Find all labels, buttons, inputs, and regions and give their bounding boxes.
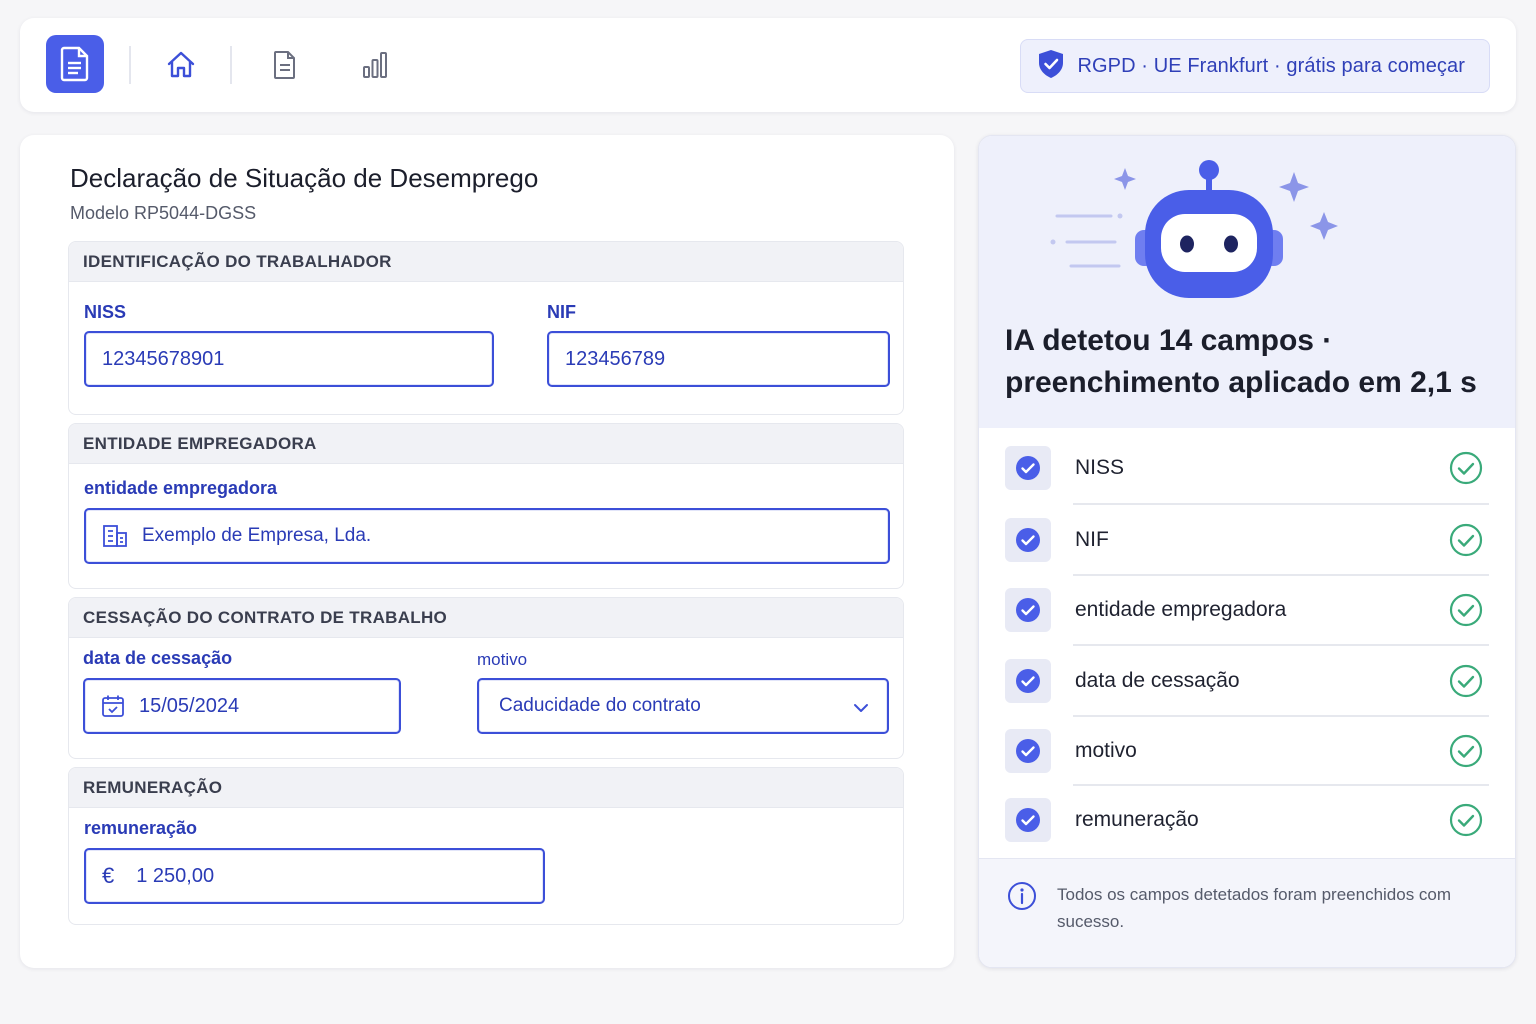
ai-field-label: NISS [1075,456,1125,479]
ai-field-label: motivo [1075,739,1137,762]
chevron-down-icon [853,698,869,720]
employer-label: entidade empregadora [84,478,278,498]
section-remuneration: REMUNERAÇÃO remuneração € 1 250,00 [68,767,904,925]
nif-field[interactable]: 123456789 [547,331,890,387]
check-circle-icon [1449,803,1483,842]
home-icon[interactable] [164,48,198,82]
reason-select[interactable]: Caducidade do contrato [477,678,889,734]
section-heading: ENTIDADE EMPREGADORA [69,424,903,464]
nav-divider [230,46,232,84]
rgpd-text: RGPD · UE Frankfurt · grátis para começa… [1077,54,1465,77]
ai-header: IA detetou 14 campos · preenchimento apl… [979,136,1515,428]
form-subtitle: Modelo RP5044-DGSS [70,203,257,223]
check-circle-icon [1449,523,1483,562]
form-card: Declaração de Situação de Desemprego Mod… [20,135,954,968]
ai-field-row: NIF [1005,505,1491,575]
ai-field-row: NISS [1005,433,1491,503]
shield-check-icon [1037,49,1065,84]
info-icon [1007,881,1037,916]
ai-field-row: remuneração [1005,785,1491,855]
check-badge-icon [1005,518,1051,562]
niss-field[interactable]: 12345678901 [84,331,494,387]
nav-divider [129,46,131,84]
niss-value: 12345678901 [102,347,225,370]
employer-value: Exemplo de Empresa, Lda. [142,525,372,546]
ai-footer-text: Todos os campos detetados foram preenchi… [1057,885,1452,931]
section-termination: CESSAÇÃO DO CONTRATO DE TRABALHO data de… [68,597,904,759]
ai-field-row: data de cessação [1005,646,1491,716]
ai-headline: IA detetou 14 campos · preenchimento apl… [1005,324,1477,399]
check-circle-icon [1449,734,1483,773]
building-icon [102,524,128,548]
ai-field-label: NIF [1075,528,1109,551]
check-badge-icon [1005,446,1051,490]
reason-label: motivo [477,650,528,669]
section-employer: ENTIDADE EMPREGADORA entidade empregador… [68,423,904,589]
ai-panel: IA detetou 14 campos · preenchimento apl… [978,135,1516,968]
section-heading: REMUNERAÇÃO [69,768,903,808]
remuneration-label: remuneração [84,818,198,838]
form-title: Declaração de Situação de Desemprego [70,163,539,193]
check-circle-icon [1449,451,1483,490]
section-heading: IDENTIFICAÇÃO DO TRABALHADOR [69,242,903,282]
file-icon[interactable] [268,48,302,82]
ai-field-label: data de cessação [1075,669,1240,692]
cessation-date-value: 15/05/2024 [139,694,240,717]
top-navigation-bar: RGPD · UE Frankfurt · grátis para começa… [20,18,1516,112]
ai-field-label: entidade empregadora [1075,598,1287,621]
nif-value: 123456789 [565,347,666,370]
ai-field-row: entidade empregadora [1005,575,1491,645]
remuneration-field[interactable]: € 1 250,00 [84,848,545,904]
cessation-date-label: data de cessação [83,648,233,668]
robot-illustration [1050,160,1338,298]
employer-field[interactable]: Exemplo de Empresa, Lda. [84,508,890,564]
ai-footer: Todos os campos detetados foram preenchi… [979,858,1515,967]
document-icon[interactable] [46,35,104,93]
rgpd-badge: RGPD · UE Frankfurt · grátis para começa… [1020,39,1490,93]
cessation-date-field[interactable]: 15/05/2024 [83,678,401,734]
euro-icon: € [102,863,115,888]
calendar-icon [101,694,125,718]
reason-value: Caducidade do contrato [499,695,701,716]
niss-label: NISS [84,302,127,322]
check-badge-icon [1005,588,1051,632]
check-badge-icon [1005,798,1051,842]
section-heading: CESSAÇÃO DO CONTRATO DE TRABALHO [69,598,903,638]
remuneration-value: 1 250,00 [136,864,215,887]
check-badge-icon [1005,729,1051,773]
ai-field-row: motivo [1005,716,1491,786]
check-circle-icon [1449,593,1483,632]
section-identification: IDENTIFICAÇÃO DO TRABALHADOR NISS 123456… [68,241,904,415]
nif-label: NIF [547,302,576,322]
ai-field-label: remuneração [1075,808,1199,831]
check-circle-icon [1449,664,1483,703]
check-badge-icon [1005,659,1051,703]
bar-chart-icon[interactable] [358,48,392,82]
